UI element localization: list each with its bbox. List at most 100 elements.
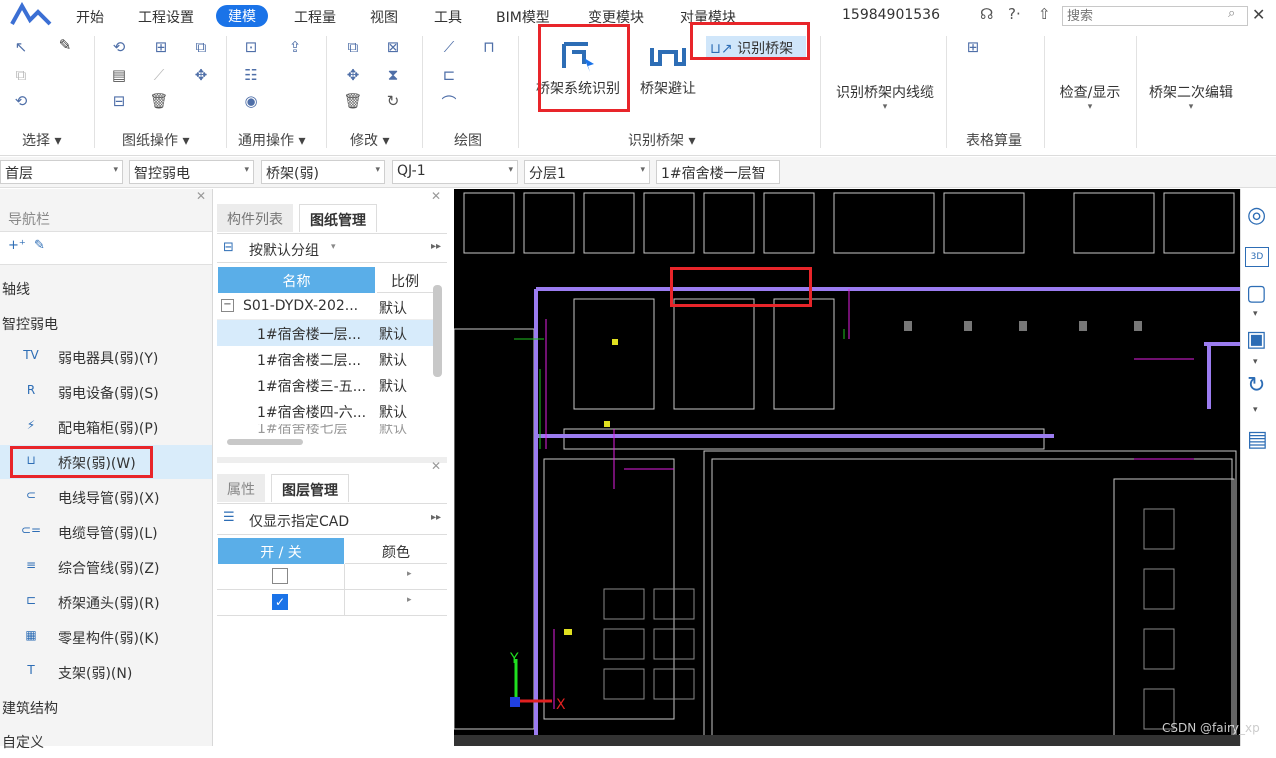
nav-item-weak-fixture[interactable]: TV 弱电器具(弱)(Y) [0, 340, 212, 374]
group-drawing-ops[interactable]: 图纸操作 ▾ [122, 130, 189, 150]
eyedropper-icon[interactable]: ✎ [54, 36, 76, 54]
nav-item-weak-device[interactable]: R 弱电设备(弱)(S) [0, 375, 212, 409]
rotate-drawing-icon[interactable]: ⟲ [108, 38, 130, 56]
delete-drawing-icon[interactable]: 🗑 [148, 92, 170, 110]
col-onoff-header[interactable]: 开 / 关 [218, 538, 344, 564]
horizontal-scrollbar[interactable] [227, 439, 303, 445]
close-icon[interactable]: ✕ [1252, 5, 1265, 24]
define-icon[interactable]: ⊡ [240, 38, 262, 56]
table-row[interactable]: 1#宿舍楼三-五... 默认 [217, 372, 433, 398]
table-row[interactable]: 1#宿舍楼七层 默认 [217, 424, 433, 434]
table-calc-icon[interactable]: ⊞ [962, 38, 984, 56]
search-input[interactable] [1062, 6, 1248, 26]
search-icon[interactable]: ⌕ [1228, 6, 1235, 21]
chevron-down-icon[interactable]: ▾ [1253, 309, 1258, 319]
more-icon[interactable]: ▸▸ [431, 241, 441, 252]
copy-element-icon[interactable]: ⧉ [342, 38, 364, 56]
menu-tools[interactable]: 工具 [434, 7, 462, 27]
select-arrow-icon[interactable]: ↖ [10, 38, 32, 56]
nav-section-building-structure[interactable]: 建筑结构 [0, 690, 212, 724]
split-icon[interactable]: ⊟ [108, 92, 130, 110]
cube-shaded-icon[interactable]: ▣ [1246, 327, 1267, 352]
eye-icon[interactable]: ◉ [240, 92, 262, 110]
mirror-icon[interactable]: ⊠ [382, 38, 404, 56]
crop-icon[interactable]: ⊞ [150, 38, 172, 56]
close-panel-icon[interactable]: ✕ [196, 189, 206, 203]
drawing-select[interactable]: 1#宿舍楼一层智 [656, 160, 780, 184]
user-phone[interactable]: 15984901536 [842, 7, 940, 23]
draw-line-icon[interactable]: ⟋ [438, 38, 460, 56]
menu-change-module[interactable]: 变更模块 [588, 7, 644, 27]
nav-item-cable-tray[interactable]: ⊔ 桥架(弱)(W) [0, 445, 212, 479]
group-recognize-tray[interactable]: 识别桥架 ▾ [628, 130, 695, 150]
help-icon[interactable]: ?· [1008, 5, 1021, 23]
floor-select[interactable]: 首层 ▾ [0, 160, 123, 184]
copy-icon[interactable]: ⧉ [10, 66, 32, 84]
menu-bim-model[interactable]: BIM模型 [496, 7, 550, 27]
layer-toggle-checkbox[interactable] [272, 568, 288, 584]
chevron-right-icon[interactable]: ▸ [407, 595, 412, 605]
recognize-cable-in-tray-button[interactable]: 识别桥架内线缆 ▾ [830, 82, 940, 112]
group-modify[interactable]: 修改 ▾ [350, 130, 389, 150]
chevron-down-icon[interactable]: ▾ [331, 242, 336, 252]
headset-icon[interactable]: ☊ [980, 5, 993, 23]
table-row[interactable]: 1#宿舍楼二层... 默认 [217, 346, 433, 372]
group-mode[interactable]: 按默认分组 [249, 240, 319, 260]
col-color-header[interactable]: 颜色 [345, 538, 447, 564]
flip-icon[interactable]: ⧗ [382, 66, 404, 84]
group-general-ops[interactable]: 通用操作 ▾ [238, 130, 305, 150]
chevron-down-icon[interactable]: ▾ [1253, 405, 1258, 415]
move-element-icon[interactable]: ✥ [342, 66, 364, 84]
menu-modeling[interactable]: 建模 [216, 5, 268, 27]
tab-layer-management[interactable]: 图层管理 [271, 474, 349, 502]
line-icon[interactable]: ⟋ [148, 66, 170, 84]
group-select[interactable]: 选择 ▾ [22, 130, 61, 150]
tray-avoid-button[interactable]: 桥架避让 [636, 38, 700, 98]
group-draw[interactable]: 绘图 [454, 130, 482, 150]
recognize-tray-button[interactable]: ⊔↗ 识别桥架 [706, 36, 806, 58]
nav-item-distribution-box[interactable]: ⚡ 配电箱柜(弱)(P) [0, 410, 212, 444]
nav-item-integrated-pipeline[interactable]: ≡ 综合管线(弱)(Z) [0, 550, 212, 584]
tab-properties[interactable]: 属性 [217, 474, 265, 502]
point-icon[interactable]: ⊏ [438, 66, 460, 84]
nav-item-wire-conduit[interactable]: ⊂ 电线导管(弱)(X) [0, 480, 212, 514]
orbit-icon[interactable]: ◎ [1247, 203, 1266, 228]
delete-icon[interactable]: 🗑 [342, 92, 364, 110]
nav-section-weak-current[interactable]: 智控弱电 [0, 306, 212, 340]
menu-quantity[interactable]: 工程量 [294, 7, 336, 27]
nav-item-tray-fitting[interactable]: ⊏ 桥架通头(弱)(R) [0, 585, 212, 619]
chevron-down-icon[interactable]: ▾ [1253, 357, 1258, 367]
upload-icon[interactable]: ⇪ [284, 38, 306, 56]
properties-view-icon[interactable]: ▤ [1247, 427, 1268, 452]
vertical-scrollbar[interactable] [433, 285, 442, 377]
component-select[interactable]: QJ-1 ▾ [392, 160, 518, 184]
rotate-icon[interactable]: ↻ [382, 92, 404, 110]
cube-icon[interactable]: ▢ [1246, 281, 1267, 306]
more-icon[interactable]: ▸▸ [431, 512, 441, 523]
tab-drawing-management[interactable]: 图纸管理 [299, 204, 377, 232]
tab-component-list[interactable]: 构件列表 [217, 204, 293, 232]
layer-split-select[interactable]: 分层1 ▾ [524, 160, 650, 184]
refresh-select-icon[interactable]: ⟲ [10, 92, 32, 110]
col-name-header[interactable]: 名称 [218, 267, 375, 293]
view-3d-icon[interactable]: 3D [1245, 247, 1269, 267]
menu-start[interactable]: 开始 [76, 7, 104, 27]
rotate-view-icon[interactable]: ↻ [1247, 373, 1265, 398]
move-icon[interactable]: ✥ [190, 66, 212, 84]
cad-drawing-canvas[interactable]: Y X [454, 189, 1240, 746]
layer-toggle-checkbox-checked[interactable]: ✓ [272, 594, 288, 610]
chevron-right-icon[interactable]: ▸ [407, 569, 412, 579]
tray-secondary-edit-button[interactable]: 桥架二次编辑 ▾ [1142, 82, 1240, 112]
list-icon[interactable]: ☷ [240, 66, 262, 84]
edit-icon[interactable]: ✎ [34, 238, 45, 253]
nav-section-axis[interactable]: 轴线 [0, 271, 212, 305]
table-row[interactable]: 1#宿舍楼一层... 默认 [217, 320, 433, 346]
nav-item-cable-conduit[interactable]: ⊂= 电缆导管(弱)(L) [0, 515, 212, 549]
add-icon[interactable]: +⁺ [8, 238, 26, 253]
component-type-select[interactable]: 桥架(弱) ▾ [261, 160, 385, 184]
nav-item-support[interactable]: T 支架(弱)(N) [0, 655, 212, 689]
menu-view[interactable]: 视图 [370, 7, 398, 27]
nav-item-misc-component[interactable]: ▦ 零星构件(弱)(K) [0, 620, 212, 654]
menu-compare-module[interactable]: 对量模块 [680, 7, 736, 27]
draw-tray-icon[interactable]: ⊓ [478, 38, 500, 56]
